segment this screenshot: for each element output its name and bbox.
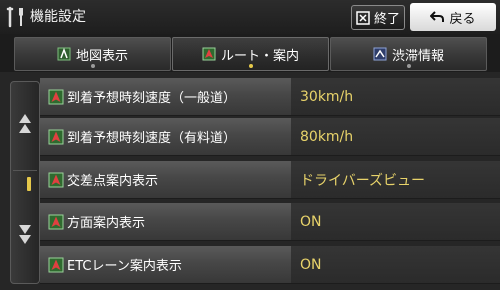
title-bar: 機能設定 終了 戻る xyxy=(0,0,500,34)
scroll-divider xyxy=(13,170,37,171)
tab-indicator xyxy=(248,64,253,68)
setting-label-cell: 到着予想時刻速度（有料道） xyxy=(40,118,291,156)
setting-label-cell: 方面案内表示 xyxy=(40,203,291,241)
setting-label-cell: 交差点案内表示 xyxy=(40,161,291,199)
route-guide-icon xyxy=(202,47,216,61)
tab-label: 地図表示 xyxy=(75,48,128,64)
back-button-label: 戻る xyxy=(449,11,476,27)
scroll-panel xyxy=(10,81,40,284)
scroll-down-button[interactable] xyxy=(11,204,39,264)
setting-value: ON xyxy=(291,203,500,241)
setting-row-toll-road-speed[interactable]: 到着予想時刻速度（有料道） 80km/h xyxy=(40,118,500,158)
route-guide-icon xyxy=(48,172,64,187)
route-guide-icon xyxy=(48,257,64,272)
route-guide-icon xyxy=(48,129,64,144)
tab-label: ルート・案内 xyxy=(220,48,299,64)
setting-label: 交差点案内表示 xyxy=(67,174,159,189)
setting-row-etc-lane-guide[interactable]: ETCレーン案内表示 ON xyxy=(40,246,500,286)
tab-traffic-info[interactable]: 渋滞情報 xyxy=(330,37,487,71)
scroll-position-marker xyxy=(27,177,31,191)
route-guide-icon xyxy=(48,89,64,104)
setting-value: 80km/h xyxy=(291,118,500,156)
tab-route-guide[interactable]: ルート・案内 xyxy=(172,37,329,71)
traffic-info-icon xyxy=(373,47,387,61)
setting-value: ON xyxy=(291,246,500,284)
setting-label: ETCレーン案内表示 xyxy=(67,259,182,274)
setting-label: 到着予想時刻速度（有料道） xyxy=(67,131,237,146)
tab-indicator xyxy=(90,64,95,68)
double-chevron-down-icon xyxy=(19,225,31,244)
tab-bar: 地図表示 ルート・案内 渋滞情報 xyxy=(0,34,500,72)
page-title: 機能設定 xyxy=(30,9,86,25)
setting-row-general-road-speed[interactable]: 到着予想時刻速度（一般道） 30km/h xyxy=(40,78,500,118)
end-button[interactable]: 終了 xyxy=(351,5,405,30)
setting-label-cell: ETCレーン案内表示 xyxy=(40,246,291,284)
tools-icon xyxy=(6,6,23,28)
tab-map-display[interactable]: 地図表示 xyxy=(14,37,171,71)
double-chevron-up-icon xyxy=(19,114,31,133)
back-button[interactable]: 戻る xyxy=(410,3,496,31)
setting-row-intersection-guide[interactable]: 交差点案内表示 ドライバーズビュー xyxy=(40,161,500,201)
setting-label-cell: 到着予想時刻速度（一般道） xyxy=(40,78,291,116)
end-button-label: 終了 xyxy=(373,12,400,27)
map-display-icon xyxy=(57,47,71,61)
back-arrow-icon xyxy=(430,11,445,22)
settings-list: 到着予想時刻速度（一般道） 30km/h 到着予想時刻速度（有料道） 80km/… xyxy=(40,76,500,290)
route-guide-icon xyxy=(48,214,64,229)
setting-value: ドライバーズビュー xyxy=(291,161,500,199)
scroll-up-button[interactable] xyxy=(11,94,39,154)
tab-label: 渋滞情報 xyxy=(391,48,444,64)
exit-icon xyxy=(356,10,370,25)
setting-label: 到着予想時刻速度（一般道） xyxy=(67,91,237,106)
setting-row-direction-guide[interactable]: 方面案内表示 ON xyxy=(40,203,500,243)
setting-label: 方面案内表示 xyxy=(67,216,146,231)
setting-value: 30km/h xyxy=(291,78,500,116)
tab-indicator xyxy=(406,64,411,68)
